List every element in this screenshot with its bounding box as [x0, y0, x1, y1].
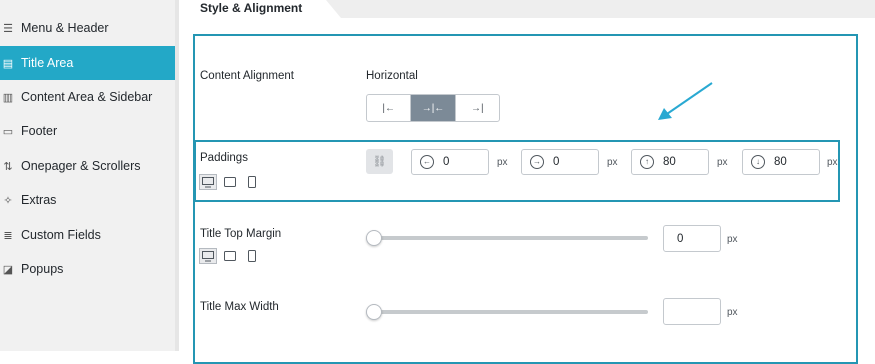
arrow-left-icon: ←	[420, 155, 434, 169]
title-max-width-label: Title Max Width	[200, 301, 279, 313]
tablet-icon[interactable]	[221, 248, 239, 264]
padding-top-input[interactable]: ↑ 80	[631, 149, 709, 175]
padding-right-unit: px	[607, 157, 618, 168]
padding-bottom-input[interactable]: ↓ 80	[742, 149, 820, 175]
sidebar-item-label: Onepager & Scrollers	[21, 159, 141, 173]
align-right-icon: →|	[471, 102, 484, 114]
sidebar-item-menu-header[interactable]: ☰ Menu & Header	[0, 11, 175, 45]
popups-icon: ◪	[2, 263, 14, 276]
arrow-right-icon: →	[530, 155, 544, 169]
title-max-width-input[interactable]	[663, 298, 721, 325]
content-area-icon: ▥	[2, 91, 14, 104]
title-top-margin-unit: px	[727, 234, 738, 245]
title-max-width-slider-track[interactable]	[369, 310, 648, 314]
align-center-button[interactable]: →|←	[410, 95, 455, 121]
padding-bottom-unit: px	[827, 157, 838, 168]
align-left-button[interactable]: |←	[367, 95, 410, 121]
sidebar-item-label: Extras	[21, 193, 57, 207]
padding-right-value: 0	[553, 156, 560, 168]
sidebar-item-label: Custom Fields	[21, 228, 101, 242]
mobile-icon[interactable]	[243, 248, 261, 264]
sidebar-item-label: Title Area	[21, 56, 74, 70]
paddings-label: Paddings	[200, 152, 248, 164]
link-values-button[interactable]: ⛓	[366, 149, 393, 174]
title-max-width-unit: px	[727, 307, 738, 318]
sidebar-item-extras[interactable]: ✧ Extras	[0, 183, 175, 217]
sidebar-item-title-area[interactable]: ▤ Title Area	[0, 46, 175, 80]
title-top-margin-slider-thumb[interactable]	[366, 230, 382, 246]
sidebar-item-label: Popups	[21, 262, 64, 276]
arrow-up-icon: ↑	[640, 155, 654, 169]
padding-left-value: 0	[443, 156, 450, 168]
padding-right-input[interactable]: → 0	[521, 149, 599, 175]
footer-icon: ▭	[2, 125, 14, 138]
extras-icon: ✧	[3, 194, 13, 207]
title-top-margin-label: Title Top Margin	[200, 228, 282, 240]
tab-style-alignment[interactable]: Style & Alignment	[179, 0, 341, 18]
tablet-icon[interactable]	[221, 174, 239, 190]
tab-label: Style & Alignment	[200, 1, 303, 15]
title-top-margin-slider-track[interactable]	[369, 236, 648, 240]
desktop-icon[interactable]	[199, 174, 217, 190]
margin-device-switcher	[199, 248, 261, 264]
menu-header-icon: ☰	[3, 22, 13, 35]
padding-top-unit: px	[717, 157, 728, 168]
content-alignment-label: Content Alignment	[200, 70, 294, 82]
padding-top-value: 80	[663, 156, 676, 168]
sidebar-item-onepager[interactable]: ⇅ Onepager & Scrollers	[0, 149, 175, 183]
sidebar-item-popups[interactable]: ◪ Popups	[0, 252, 175, 286]
arrow-down-icon: ↓	[751, 155, 765, 169]
horizontal-sublabel: Horizontal	[366, 70, 418, 82]
sidebar-item-custom-fields[interactable]: ≣ Custom Fields	[0, 218, 175, 252]
sidebar-item-content-area[interactable]: ▥ Content Area & Sidebar	[0, 80, 175, 114]
onepager-icon: ⇅	[3, 160, 13, 173]
desktop-icon[interactable]	[199, 248, 217, 264]
sidebar-item-label: Menu & Header	[21, 21, 109, 35]
sidebar: ☰ Menu & Header ▤ Title Area ▥ Content A…	[0, 0, 175, 351]
annotation-arrow-icon	[658, 82, 713, 120]
align-left-icon: |←	[382, 102, 395, 114]
title-area-icon: ▤	[2, 57, 14, 70]
paddings-device-switcher	[199, 174, 261, 190]
align-right-button[interactable]: →|	[454, 95, 499, 121]
mobile-icon[interactable]	[243, 174, 261, 190]
alignment-button-group: |← →|← →|	[366, 94, 500, 122]
title-top-margin-input[interactable]: 0	[663, 225, 721, 252]
custom-fields-icon: ≣	[3, 229, 13, 242]
padding-bottom-value: 80	[774, 156, 787, 168]
padding-left-unit: px	[497, 157, 508, 168]
sidebar-item-footer[interactable]: ▭ Footer	[0, 114, 175, 148]
link-icon: ⛓	[372, 156, 387, 168]
title-max-width-slider-thumb[interactable]	[366, 304, 382, 320]
align-center-icon: →|←	[421, 102, 445, 114]
sidebar-item-label: Footer	[21, 124, 58, 138]
padding-left-input[interactable]: ← 0	[411, 149, 489, 175]
sidebar-item-label: Content Area & Sidebar	[21, 90, 153, 104]
